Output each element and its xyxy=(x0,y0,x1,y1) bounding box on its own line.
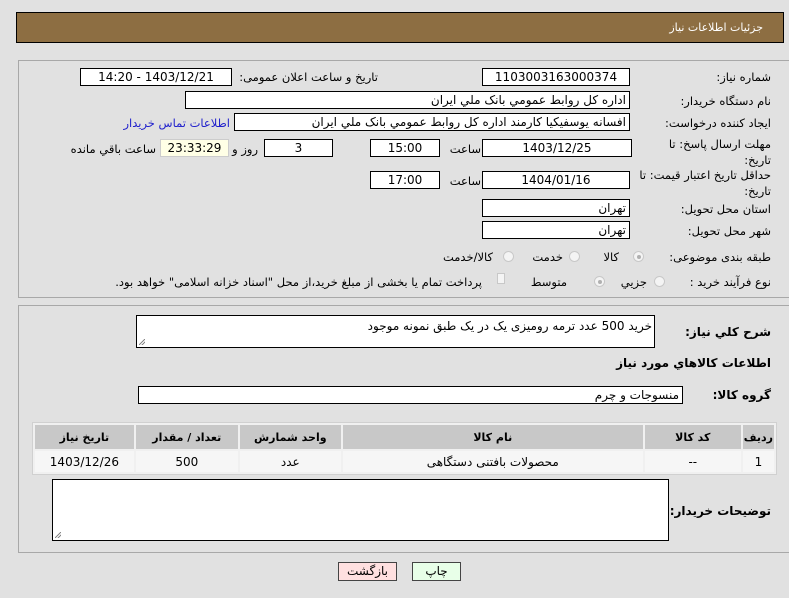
validity-time-label: ساعت xyxy=(449,174,481,188)
description-text: خرید 500 عدد ترمه رومیزی یک در یک طبق نم… xyxy=(367,319,652,333)
validity-date-field[interactable]: 1404/01/16 xyxy=(482,171,630,189)
goods-group-field[interactable]: منسوجات و چرم xyxy=(138,386,683,404)
city-label: شهر محل تحویل: xyxy=(687,224,771,238)
treasury-payment-note: پرداخت تمام یا بخشی از مبلغ خرید،از محل … xyxy=(115,275,482,289)
col-quantity: تعداد / مقدار xyxy=(135,425,238,449)
need-number-label: شماره نیاز: xyxy=(716,70,771,84)
remaining-label: ساعت باقي مانده xyxy=(70,142,156,156)
buyer-contact-link[interactable]: اطلاعات تماس خریدار xyxy=(123,116,230,130)
page-title: جزئیات اطلاعات نیاز xyxy=(669,21,763,34)
buyer-notes-label: توضیحات خریدار: xyxy=(669,504,771,518)
category-radio-service[interactable] xyxy=(569,251,580,262)
need-number-field[interactable]: 1103003163000374 xyxy=(482,68,630,86)
cell-row-number: 1 xyxy=(742,451,774,472)
table-row: 1 -- محصولات بافتنی دستگاهی عدد 500 1403… xyxy=(35,451,774,472)
province-field[interactable]: تهران xyxy=(482,199,630,217)
validity-time-field[interactable]: 17:00 xyxy=(370,171,440,189)
back-button[interactable]: بازگشت xyxy=(338,562,397,581)
col-unit: واحد شمارش xyxy=(239,425,341,449)
category-option-service: خدمت xyxy=(532,250,563,264)
goods-group-label: گروه کالا: xyxy=(712,388,771,402)
table-header-row: ردیف کد کالا نام کالا واحد شمارش تعداد /… xyxy=(35,425,774,449)
city-field[interactable]: تهران xyxy=(482,221,630,239)
goods-table: ردیف کد کالا نام کالا واحد شمارش تعداد /… xyxy=(32,422,777,475)
creator-label: ایجاد کننده درخواست: xyxy=(665,116,771,130)
treasury-payment-checkbox[interactable] xyxy=(497,273,505,284)
resize-grip-icon[interactable] xyxy=(139,339,145,345)
category-option-goods-service: کالا/خدمت xyxy=(442,250,493,264)
description-textarea[interactable]: خرید 500 عدد ترمه رومیزی یک در یک طبق نم… xyxy=(136,315,655,348)
days-label: روز و xyxy=(232,142,258,156)
cell-unit: عدد xyxy=(239,451,341,472)
creator-field[interactable]: افسانه یوسفیکیا کارمند اداره كل روابط عم… xyxy=(234,113,630,131)
deadline-time-label: ساعت xyxy=(449,142,481,156)
description-label: شرح كلي نياز: xyxy=(685,325,771,339)
col-row-number: ردیف xyxy=(742,425,774,449)
buyer-org-field[interactable]: اداره كل روابط عمومي بانک ملي ايران xyxy=(185,91,630,109)
cell-need-date: 1403/12/26 xyxy=(35,451,134,472)
process-option-medium: متوسط xyxy=(530,275,567,289)
deadline-time-field[interactable]: 15:00 xyxy=(370,139,440,157)
process-option-minor: جزیي xyxy=(620,275,647,289)
buyer-notes-textarea[interactable] xyxy=(52,479,669,541)
category-radio-goods[interactable] xyxy=(633,251,644,262)
deadline-label: مهلت ارسال پاسخ: تا تاریخ: xyxy=(668,137,771,167)
deadline-date-field[interactable]: 1403/12/25 xyxy=(482,139,632,157)
category-radio-goods-service[interactable] xyxy=(503,251,514,262)
announce-label: تاریخ و ساعت اعلان عمومی: xyxy=(239,70,378,84)
days-field[interactable]: 3 xyxy=(264,139,333,157)
process-radio-medium[interactable] xyxy=(594,276,605,287)
remaining-time-field: 23:33:29 xyxy=(160,139,229,157)
col-goods-name: نام کالا xyxy=(342,425,643,449)
print-button[interactable]: چاپ xyxy=(412,562,461,581)
category-option-goods: کالا xyxy=(603,250,619,264)
col-need-date: تاریخ نیاز xyxy=(35,425,134,449)
col-goods-code: کد کالا xyxy=(644,425,741,449)
goods-info-title: اطلاعات کالاهاي مورد نياز xyxy=(616,356,771,370)
province-label: استان محل تحویل: xyxy=(680,202,771,216)
page-header: جزئیات اطلاعات نیاز xyxy=(16,12,784,43)
resize-grip-icon[interactable] xyxy=(55,532,61,538)
cell-goods-name: محصولات بافتنی دستگاهی xyxy=(342,451,643,472)
process-label: نوع فرآیند خرید : xyxy=(689,275,771,289)
announce-field[interactable]: 1403/12/21 - 14:20 xyxy=(80,68,232,86)
category-label: طبقه بندی موضوعی: xyxy=(669,250,771,264)
cell-quantity: 500 xyxy=(135,451,238,472)
buyer-org-label: نام دستگاه خریدار: xyxy=(680,94,771,108)
cell-goods-code: -- xyxy=(644,451,741,472)
process-radio-minor[interactable] xyxy=(654,276,665,287)
validity-label: حداقل تاریخ اعتبار قیمت: تا تاریخ: xyxy=(639,168,771,198)
